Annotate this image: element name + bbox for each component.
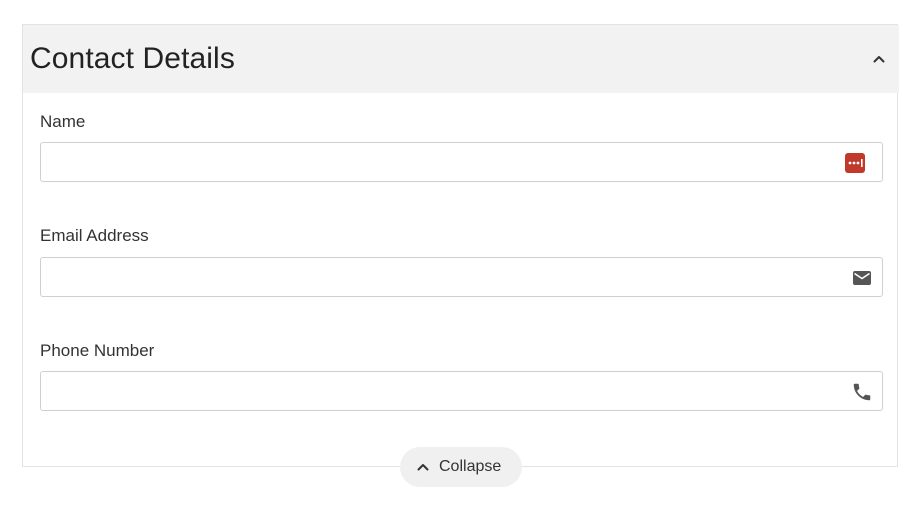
collapse-label: Collapse — [439, 458, 502, 475]
chevron-up-icon — [417, 464, 429, 471]
email-input[interactable] — [40, 257, 883, 297]
envelope-icon — [851, 267, 873, 289]
phone-icon — [851, 381, 873, 403]
section-title: Contact Details — [30, 42, 235, 75]
email-label: Email Address — [40, 226, 149, 245]
phone-input[interactable] — [40, 371, 883, 411]
chevron-up-icon — [873, 56, 885, 63]
collapse-button[interactable]: Collapse — [400, 447, 522, 487]
card-header[interactable]: Contact Details — [23, 25, 899, 93]
password-manager-icon[interactable] — [844, 152, 866, 174]
name-label: Name — [40, 112, 86, 131]
header-collapse-toggle[interactable] — [869, 49, 889, 69]
phone-label: Phone Number — [40, 341, 155, 360]
name-input[interactable] — [40, 142, 883, 182]
contact-details-card: Contact Details Name Email Address Phone… — [22, 24, 899, 467]
